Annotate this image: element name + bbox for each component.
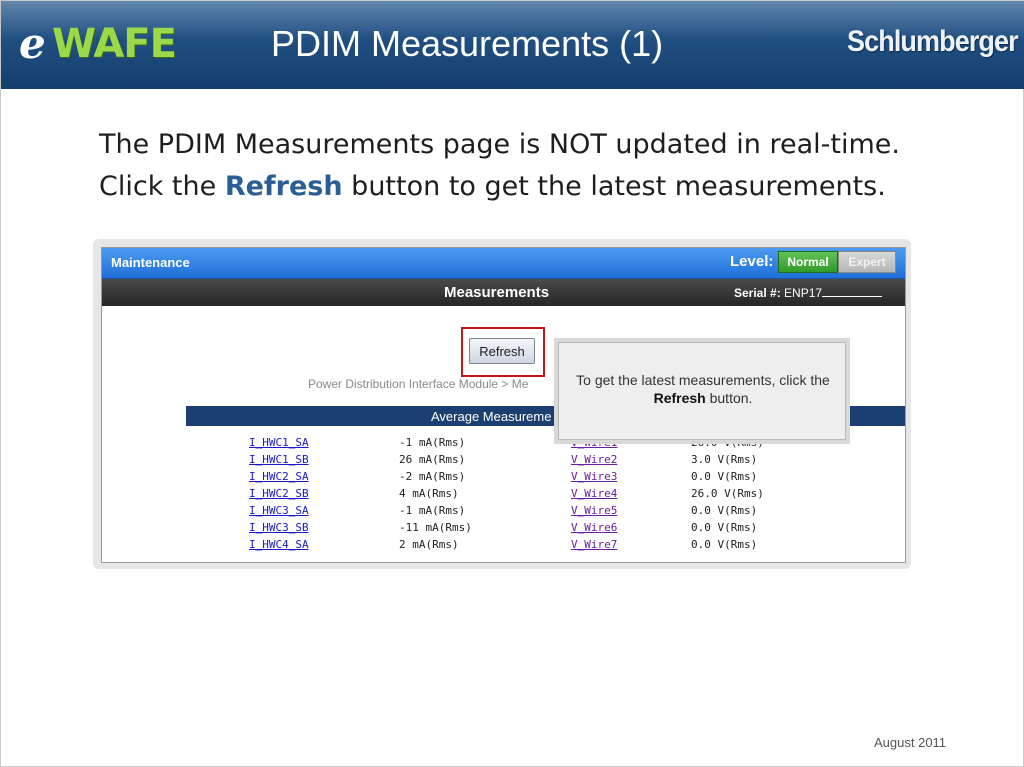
voltage-name-link[interactable]: V_Wire3 (571, 468, 691, 485)
voltage-name-link[interactable]: V_Wire4 (571, 485, 691, 502)
current-name-link[interactable]: I_HWC2_SA (249, 468, 399, 485)
serial-underline (822, 286, 883, 297)
measurements-table-body: I_HWC1_SA -1 mA(Rms) V_Wire1 26.0 V(Rms) I_H… (249, 434, 811, 553)
tooltip-post: button. (705, 390, 753, 406)
table-row: I_HWC3_SA -1 mA(Rms) V_Wire5 0.0 V(Rms) (249, 502, 811, 519)
current-name-link[interactable]: I_HWC1_SA (249, 434, 399, 451)
table-row: I_HWC1_SB 26 mA(Rms) V_Wire2 3.0 V(Rms) (249, 451, 811, 468)
ewafe-logo-text: WAFE (52, 21, 177, 67)
embedded-screenshot: Maintenance Level: Normal Expert Measure… (101, 247, 906, 563)
voltage-value: 0.0 V(Rms) (691, 504, 758, 517)
refresh-emphasis: Refresh (224, 171, 343, 202)
tooltip-text: To get the latest measurements, click th… (567, 371, 839, 407)
refresh-button[interactable]: Refresh (469, 338, 535, 364)
serial-label: Serial #: (734, 286, 781, 300)
measurements-bar: Measurements Serial #: ENP17 (102, 279, 905, 306)
voltage-value: 0.0 V(Rms) (691, 521, 758, 534)
table-row: I_HWC2_SB 4 mA(Rms) V_Wire4 26.0 V(Rms) (249, 485, 811, 502)
serial-value: ENP17 (784, 286, 823, 300)
current-name-link[interactable]: I_HWC3_SB (249, 519, 399, 536)
average-measurements-title: Average Measureme (431, 409, 552, 424)
body-text-line-1: The PDIM Measurements page is NOT update… (99, 129, 900, 160)
level-normal-button[interactable]: Normal (778, 251, 838, 273)
maintenance-bar: Maintenance Level: Normal Expert (102, 248, 905, 279)
serial-number: Serial #: ENP17 (734, 286, 883, 300)
slide-header: e WAFE PDIM Measurements (1) Schlumberge… (1, 1, 1024, 89)
current-value: -1 mA(Rms) (399, 504, 466, 517)
current-value: -2 mA(Rms) (399, 470, 466, 483)
ewafe-logo-prefix: e (19, 19, 46, 68)
voltage-name-link[interactable]: V_Wire7 (571, 536, 691, 553)
voltage-name-link[interactable]: V_Wire5 (571, 502, 691, 519)
voltage-value: 26.0 V(Rms) (691, 487, 764, 500)
refresh-tooltip: To get the latest measurements, click th… (558, 342, 846, 440)
level-expert-button[interactable]: Expert (838, 251, 896, 273)
measurements-title: Measurements (444, 284, 550, 301)
schlumberger-logo: Schlumberger (847, 25, 1019, 58)
voltage-value: 3.0 V(Rms) (691, 453, 758, 466)
measurements-table: I_HWC1_SA -1 mA(Rms) V_Wire1 26.0 V(Rms) I_H… (249, 434, 811, 553)
slide-title: PDIM Measurements (1) (271, 23, 664, 64)
current-name-link[interactable]: I_HWC2_SB (249, 485, 399, 502)
maintenance-menu[interactable]: Maintenance (111, 255, 190, 270)
table-row: I_HWC2_SA -2 mA(Rms) V_Wire3 0.0 V(Rms) (249, 468, 811, 485)
current-name-link[interactable]: I_HWC3_SA (249, 502, 399, 519)
current-value: 2 mA(Rms) (399, 538, 459, 551)
footer-date: August 2011 (874, 735, 947, 750)
current-name-link[interactable]: I_HWC1_SB (249, 451, 399, 468)
current-value: -1 mA(Rms) (399, 436, 466, 449)
voltage-name-link[interactable]: V_Wire6 (571, 519, 691, 536)
voltage-value: 0.0 V(Rms) (691, 538, 758, 551)
current-name-link[interactable]: I_HWC4_SA (249, 536, 399, 553)
table-row: I_HWC4_SA 2 mA(Rms) V_Wire7 0.0 V(Rms) (249, 536, 811, 553)
tooltip-strong: Refresh (653, 390, 706, 406)
line2-post: button to get the latest measurements. (342, 171, 886, 202)
voltage-value: 0.0 V(Rms) (691, 470, 758, 483)
current-value: 4 mA(Rms) (399, 487, 459, 500)
line2-pre: Click the (99, 171, 225, 202)
breadcrumb: Power Distribution Interface Module > Me (308, 377, 529, 391)
table-row: I_HWC3_SB -11 mA(Rms) V_Wire6 0.0 V(Rms) (249, 519, 811, 536)
voltage-name-link[interactable]: V_Wire2 (571, 451, 691, 468)
tooltip-pre: To get the latest measurements, click th… (576, 372, 830, 388)
current-value: -11 mA(Rms) (399, 521, 472, 534)
slide: e WAFE PDIM Measurements (1) Schlumberge… (0, 0, 1024, 767)
current-value: 26 mA(Rms) (399, 453, 466, 466)
level-label: Level: (730, 253, 774, 270)
body-text-line-2: Click the Refresh button to get the late… (99, 171, 886, 202)
